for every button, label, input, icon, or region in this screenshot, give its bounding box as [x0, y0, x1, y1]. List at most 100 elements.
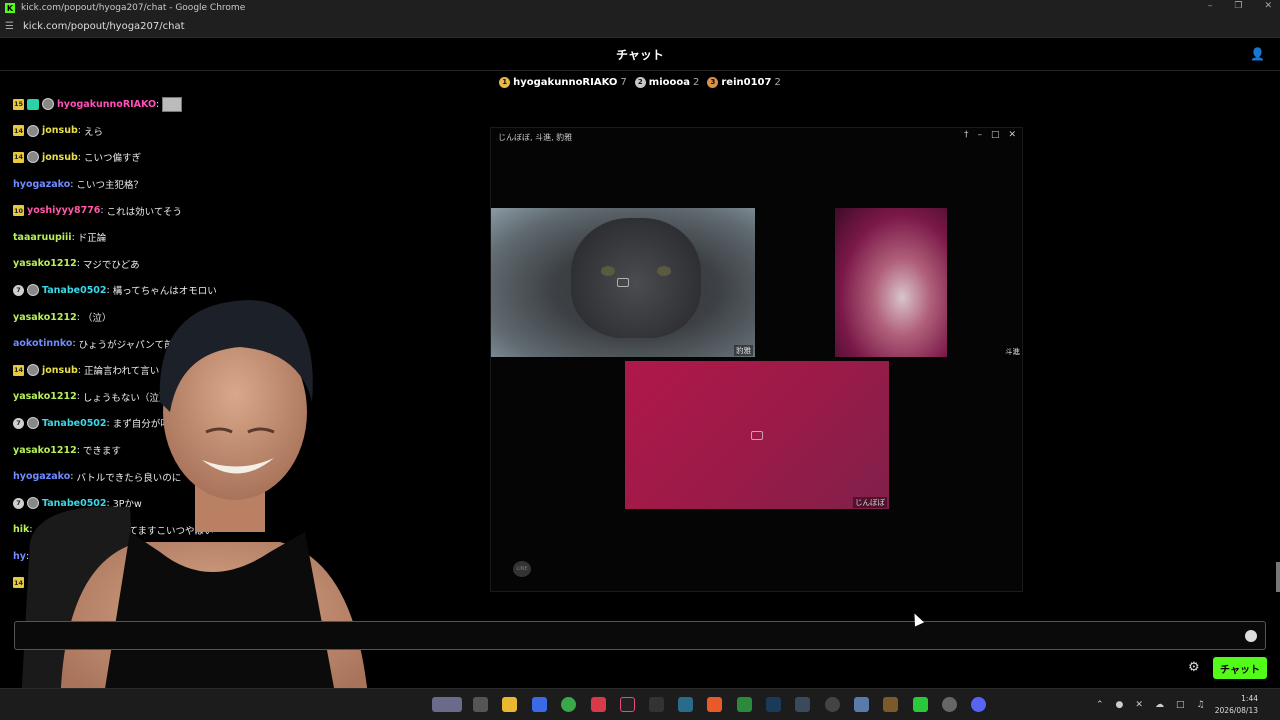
- system-tray: ⌃ ● ✕ ☁ □ ♫: [1096, 689, 1205, 720]
- video-tile[interactable]: [835, 208, 947, 357]
- participant-name: じんぼぼ: [853, 497, 887, 508]
- chat-username[interactable]: jonsub: [42, 125, 78, 136]
- window-controls: – ❐ ✕: [1208, 1, 1272, 11]
- leaderboard-entry[interactable]: 3 rein0107 2: [707, 76, 781, 88]
- video-tile[interactable]: じんぼぼ: [625, 361, 889, 509]
- chat-input[interactable]: [15, 622, 1265, 649]
- chat-input-box[interactable]: [14, 621, 1266, 650]
- microphone-icon[interactable]: ●: [1116, 700, 1124, 710]
- chrome-icon[interactable]: [561, 697, 576, 712]
- taskbar-app-icon[interactable]: [432, 697, 462, 712]
- leaderboard-count: 2: [774, 76, 781, 88]
- browser-titlebar: K kick.com/popout/hyoga207/chat - Google…: [0, 0, 1280, 16]
- leaderboard-entry[interactable]: 1 hyogakunnoRIAKO 7: [499, 76, 627, 88]
- site-info-icon[interactable]: ☰: [5, 21, 23, 32]
- settings-app-icon[interactable]: [942, 697, 957, 712]
- separator: :: [70, 178, 74, 190]
- windows-taskbar: ⌃ ● ✕ ☁ □ ♫ 1:44 2026/08/13: [0, 688, 1280, 720]
- task-view-icon[interactable]: [473, 697, 488, 712]
- users-icon[interactable]: 👤: [1250, 47, 1266, 63]
- cat-image: [571, 218, 701, 338]
- rank-badge: 1: [499, 76, 511, 88]
- steam-icon[interactable]: [766, 697, 781, 712]
- tiktok-icon[interactable]: [620, 697, 635, 712]
- chat-message-text: こいつ主犯格？: [76, 180, 143, 192]
- subscriber-badge: 14: [13, 151, 24, 163]
- minimize-icon[interactable]: –: [977, 130, 982, 140]
- chat-title: チャット: [616, 48, 664, 62]
- gear-icon[interactable]: ⚙: [1188, 660, 1204, 676]
- pin-icon[interactable]: †: [964, 130, 969, 140]
- app-icon[interactable]: [649, 697, 664, 712]
- taskbar-clock[interactable]: 1:44 2026/08/13: [1215, 693, 1258, 717]
- leaderboard-username: rein0107: [721, 76, 772, 88]
- app-icon[interactable]: [737, 697, 752, 712]
- discord-icon[interactable]: [971, 697, 986, 712]
- close-icon[interactable]: ✕: [1264, 1, 1272, 11]
- user-badge-icon: [27, 124, 39, 137]
- chat-username[interactable]: yasako1212: [13, 258, 77, 269]
- video-tile[interactable]: 豹雅: [491, 208, 755, 357]
- file-explorer-icon[interactable]: [502, 697, 517, 712]
- send-chat-button[interactable]: チャット: [1213, 657, 1267, 679]
- maximize-icon[interactable]: □: [991, 130, 1000, 140]
- app-icon[interactable]: [532, 697, 547, 712]
- vip-badge-icon: [27, 98, 39, 110]
- chat-message: hyogazako: こいつ主犯格？: [13, 171, 493, 198]
- app-icon[interactable]: [678, 697, 693, 712]
- minecraft-icon[interactable]: [883, 697, 898, 712]
- leaderboard-username: hyogakunnoRIAKO: [513, 76, 618, 88]
- chat-username[interactable]: jonsub: [42, 152, 78, 163]
- kick-favicon-icon: K: [5, 3, 15, 13]
- chevron-up-icon[interactable]: ⌃: [1096, 700, 1104, 710]
- camera-off-icon: [617, 278, 629, 287]
- volume-icon[interactable]: ♫: [1196, 700, 1204, 710]
- chat-message-text: マジでひどあ: [82, 259, 140, 271]
- brave-icon[interactable]: [707, 697, 722, 712]
- leaderboard-count: 7: [620, 76, 627, 88]
- leaderboard-count: 2: [693, 76, 700, 88]
- chat-message: 14 jonsub: こいつ偏すぎ: [13, 144, 493, 171]
- app-icon[interactable]: [795, 697, 810, 712]
- separator: :: [76, 258, 80, 270]
- participant-name: 斗進: [1003, 346, 1022, 357]
- chat-message-text: えら: [83, 126, 103, 138]
- app-icon[interactable]: [825, 697, 840, 712]
- call-window-controls: † – □ ✕: [964, 130, 1016, 140]
- chat-message-text: こいつ偏すぎ: [83, 153, 141, 165]
- separator: :: [156, 98, 160, 110]
- network-icon[interactable]: □: [1176, 700, 1185, 710]
- url-text: kick.com/popout/hyoga207/chat: [23, 21, 185, 32]
- chat-username[interactable]: hyogakunnoRIAKO: [57, 99, 156, 110]
- video-call-window: じんぼぼ, 斗進, 豹雅 † – □ ✕ 豹雅 斗進 じんぼぼ LINE: [490, 127, 1023, 592]
- separator: :: [77, 125, 81, 137]
- screen: K kick.com/popout/hyoga207/chat - Google…: [0, 0, 1280, 720]
- emote-image: [162, 96, 183, 112]
- call-participants-title: じんぼぼ, 斗進, 豹雅: [498, 133, 573, 142]
- chat-message-text: これは効いてそう: [106, 206, 183, 218]
- line-icon[interactable]: [913, 697, 928, 712]
- restore-icon[interactable]: ❐: [1234, 1, 1242, 11]
- chat-username[interactable]: hyogazako: [13, 179, 70, 190]
- app-icon[interactable]: [854, 697, 869, 712]
- minimize-icon[interactable]: –: [1208, 1, 1213, 11]
- address-bar[interactable]: ☰ kick.com/popout/hyoga207/chat: [0, 16, 1280, 38]
- cloud-icon[interactable]: ☁: [1155, 700, 1164, 710]
- streamer-webcam-overlay: [20, 300, 370, 720]
- chat-message: taaaruupiii: ド正論: [13, 224, 493, 251]
- chat-message: yasako1212: マジでひどあ: [13, 251, 493, 278]
- camera-off-icon: [751, 431, 763, 440]
- chat-username[interactable]: yoshiyyy8776: [27, 205, 100, 216]
- emoji-icon[interactable]: [1245, 630, 1257, 642]
- scrollbar[interactable]: [1276, 562, 1280, 592]
- user-badge-icon: [42, 98, 54, 111]
- app-icon[interactable]: [591, 697, 606, 712]
- leaderboard-entry[interactable]: 2 mioooa 2: [634, 76, 700, 88]
- chat-message: 14 jonsub: えら: [13, 118, 493, 145]
- close-icon[interactable]: ✕: [1008, 130, 1016, 140]
- close-icon[interactable]: ✕: [1135, 700, 1143, 710]
- chat-username[interactable]: taaaruupiii: [13, 232, 72, 243]
- rank-badge: 3: [707, 76, 719, 88]
- subscriber-badge: 10: [13, 205, 24, 217]
- chat-message: 15 hyogakunnoRIAKO:: [13, 91, 493, 118]
